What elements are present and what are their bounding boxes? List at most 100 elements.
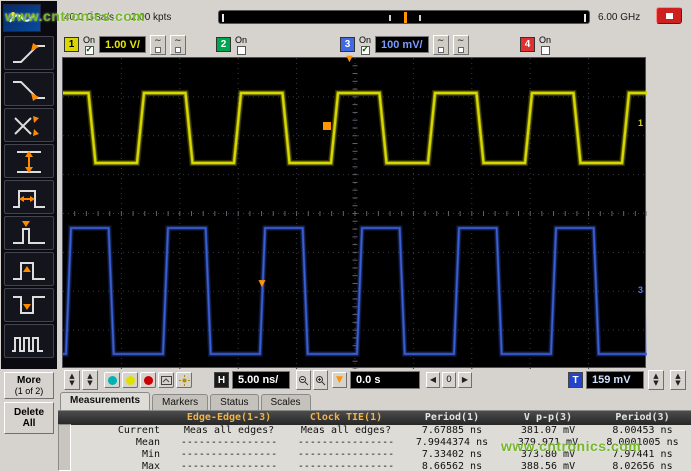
measurements-header-row: Edge-Edge(1-3) Clock TIE(1) Period(1) V … <box>58 411 691 425</box>
fine-adjust-spinner[interactable]: ▲ ▼ <box>670 370 686 390</box>
channel3-on-checkbox[interactable] <box>361 46 370 55</box>
measurement-marker-triangle-icon[interactable]: ▼ <box>256 277 268 289</box>
column-header: Edge-Edge(1-3) <box>168 411 290 425</box>
more-label: More <box>5 375 53 386</box>
channel3-scale-button[interactable]: 100 mV/ <box>375 36 429 53</box>
pan-left-button[interactable]: ◀ <box>426 372 440 388</box>
row-label: Mean <box>58 437 168 449</box>
cell: 7.33402 ns <box>402 449 502 461</box>
timeline-left-cap <box>222 14 224 22</box>
channel4-controls: 4 On <box>520 35 551 57</box>
both-edges-icon[interactable] <box>4 108 54 142</box>
tab-measurements[interactable]: Measurements <box>60 392 150 410</box>
marker-teal-icon[interactable] <box>104 372 120 388</box>
down-arrow-icon: ▼ <box>69 380 74 387</box>
row-label: Max <box>58 461 168 471</box>
trigger-time-marker-icon[interactable]: ▼ <box>344 54 355 65</box>
vertical-spinner[interactable]: ▲ ▼ <box>64 370 80 390</box>
pulse-high-icon[interactable] <box>4 252 54 286</box>
delete-sublabel: All <box>5 418 53 429</box>
display-settings-icon[interactable] <box>158 372 174 388</box>
rising-edge-icon[interactable] <box>4 36 54 70</box>
measurements-scrollbar[interactable] <box>58 424 71 471</box>
horizontal-scale-button[interactable]: 5.00 ns/ <box>232 371 290 389</box>
glitch-icon[interactable] <box>4 216 54 250</box>
trigger-tag: T <box>568 372 583 388</box>
wave-glyph: ∼ <box>174 36 182 46</box>
trigger-sidebar: More (1 of 2) Delete All <box>0 0 58 471</box>
channel1-option-checkbox2[interactable] <box>175 47 181 53</box>
wave-glyph: ∼ <box>457 36 465 46</box>
sidebar-footer: More (1 of 2) Delete All <box>0 369 58 471</box>
cell: ---------------- <box>168 461 290 471</box>
channel1-waveform-icon[interactable]: ∼ <box>150 35 166 55</box>
marker-red-icon[interactable] <box>140 372 156 388</box>
channel1-level-marker[interactable]: 1 <box>638 118 643 128</box>
channel1-on-checkbox[interactable] <box>85 46 94 55</box>
bandwidth-value: 6.00 GHz <box>598 12 640 23</box>
channel1-coupling-icon[interactable]: ∼ <box>170 35 186 55</box>
tab-markers[interactable]: Markers <box>152 394 208 410</box>
row-label: Current <box>58 425 168 437</box>
channel2-number-button[interactable]: 2 <box>216 37 231 52</box>
column-header: Clock TIE(1) <box>290 411 402 425</box>
cell: Meas all edges? <box>290 425 402 437</box>
wave-glyph: ∼ <box>437 36 445 46</box>
waveform-display[interactable]: ▼ ▼ 1 3 <box>62 57 646 368</box>
channel1-scale-button[interactable]: 1.00 V/ <box>99 36 146 53</box>
trigger-level-button[interactable]: 159 mV <box>586 371 644 389</box>
channel3-number-button[interactable]: 3 <box>340 37 355 52</box>
channel3-coupling-icon[interactable]: ∼ <box>453 35 469 55</box>
trigger-level-spinner[interactable]: ▲ ▼ <box>648 370 664 390</box>
cell: Meas all edges? <box>168 425 290 437</box>
pan-right-button[interactable]: ▶ <box>458 372 472 388</box>
channel2-on-checkbox[interactable] <box>237 46 246 55</box>
channel3-option-checkbox[interactable] <box>438 47 444 53</box>
timeline-tick <box>389 15 391 21</box>
channel3-waveform-icon[interactable]: ∼ <box>433 35 449 55</box>
measurement-marker-square-icon[interactable] <box>323 122 331 130</box>
delete-label: Delete <box>5 407 53 418</box>
falling-edge-icon[interactable] <box>4 72 54 106</box>
trigger-position-icon[interactable]: ▼ <box>332 372 347 388</box>
more-button[interactable]: More (1 of 2) <box>4 372 54 399</box>
cell: ---------------- <box>290 437 402 449</box>
burst-icon[interactable] <box>4 324 54 358</box>
left-arrow-icon: ◀ <box>430 376 436 384</box>
channel1-controls: 1 On 1.00 V/ ∼ ∼ <box>64 35 186 57</box>
brightness-icon[interactable] <box>176 372 192 388</box>
channel1-number-button[interactable]: 1 <box>64 37 79 52</box>
pulse-low-icon[interactable] <box>4 288 54 322</box>
pulse-width-icon[interactable] <box>4 180 54 214</box>
transition-time-icon[interactable] <box>4 144 54 178</box>
timeline-right-cap <box>584 14 586 22</box>
channel1-option-checkbox[interactable] <box>155 47 161 53</box>
pan-center-button[interactable]: 0 <box>442 372 456 388</box>
zoom-in-icon[interactable] <box>313 370 328 390</box>
horizontal-position-button[interactable]: 0.0 s <box>350 371 420 389</box>
cell: 8.02656 ns <box>594 461 691 471</box>
channel4-on-checkbox[interactable] <box>541 46 550 55</box>
channel4-number-button[interactable]: 4 <box>520 37 535 52</box>
offset-spinner[interactable]: ▲ ▼ <box>82 370 98 390</box>
wave-glyph: ∼ <box>154 36 162 46</box>
channel2-controls: 2 On <box>216 35 247 57</box>
column-header: Period(3) <box>594 411 691 425</box>
zoom-out-icon[interactable] <box>296 370 311 390</box>
tab-status[interactable]: Status <box>210 394 258 410</box>
timeline-bar[interactable] <box>218 10 590 24</box>
table-row: Current Meas all edges? Meas all edges? … <box>58 425 691 437</box>
horizontal-tag: H <box>214 372 229 388</box>
tab-scales[interactable]: Scales <box>261 394 311 410</box>
stop-button[interactable] <box>656 7 682 24</box>
down-arrow-icon: ▼ <box>675 380 680 387</box>
cell: ---------------- <box>168 449 290 461</box>
channel3-level-marker[interactable]: 3 <box>638 285 643 295</box>
cell: ---------------- <box>290 461 402 471</box>
cell: 381.07 mV <box>502 425 594 437</box>
oscilloscope-app: More (1 of 2) Delete All 40.0 GSa/s 2.00… <box>0 0 691 471</box>
cell: 8.66562 ns <box>402 461 502 471</box>
delete-all-button[interactable]: Delete All <box>4 402 54 434</box>
channel3-option-checkbox2[interactable] <box>458 47 464 53</box>
marker-yellow-icon[interactable] <box>122 372 138 388</box>
